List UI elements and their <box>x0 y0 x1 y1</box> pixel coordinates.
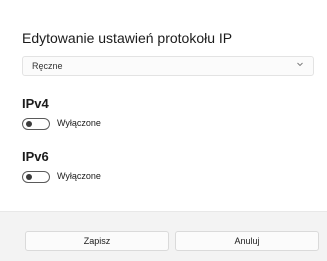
ip-mode-value: Ręczne <box>32 61 63 71</box>
chevron-down-icon <box>297 62 303 67</box>
dialog-title: Edytowanie ustawień protokołu IP <box>22 30 233 46</box>
ip-mode-dropdown[interactable]: Ręczne <box>22 56 314 76</box>
ipv4-toggle[interactable] <box>22 118 50 130</box>
ipv6-toggle[interactable] <box>22 171 50 183</box>
cancel-button[interactable]: Anuluj <box>175 231 319 251</box>
ipv4-toggle-label: Wyłączone <box>57 118 101 128</box>
ipv4-heading: IPv4 <box>22 96 49 111</box>
ipv6-toggle-label: Wyłączone <box>57 171 101 181</box>
dialog-footer: Zapisz Anuluj <box>0 211 327 261</box>
toggle-knob <box>26 174 32 180</box>
toggle-knob <box>26 121 32 127</box>
ipv6-heading: IPv6 <box>22 149 49 164</box>
save-button[interactable]: Zapisz <box>25 231 169 251</box>
edit-ip-settings-dialog: Edytowanie ustawień protokołu IP Ręczne … <box>0 0 327 261</box>
